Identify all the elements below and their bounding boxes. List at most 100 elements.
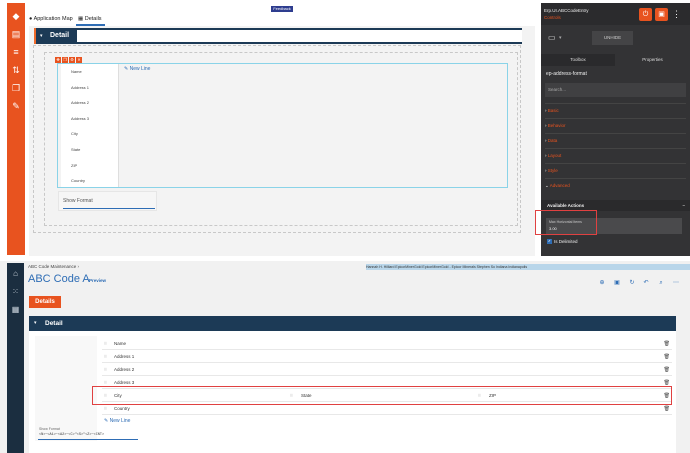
home-icon[interactable]: ⌂: [10, 268, 21, 279]
field-country: Country: [71, 178, 86, 183]
detail-panel-header[interactable]: ▾ Detail: [34, 28, 522, 44]
drag-handle-icon[interactable]: ⠿: [104, 364, 107, 376]
highlight-box-city-row: [92, 386, 672, 405]
section-advanced[interactable]: ⌄ Advanced: [545, 178, 686, 191]
chevron-right-icon: ›: [77, 264, 80, 269]
refresh-icon[interactable]: ↻: [628, 279, 636, 287]
detail-header-title: Detail: [50, 32, 70, 39]
field-address-3: Address 3: [71, 116, 90, 121]
tab-label: Details: [84, 16, 102, 22]
section-data[interactable]: › Data: [545, 133, 686, 146]
runtime-panel: ⌂ ⁙ ▦ ABC Code Maintenance › Hannah H. H…: [0, 261, 690, 453]
tab-label: Application Map: [33, 16, 73, 22]
show-format-field[interactable]: Show Format: [58, 191, 157, 211]
screenshot-root: ◆ ▤ ≡ ⇅ ❐ ✎ Feedback ● Application Map ▦…: [0, 0, 690, 453]
page-title: ABC Code A: [28, 273, 90, 285]
chevron-down-icon[interactable]: ▾: [559, 35, 562, 41]
search-icon[interactable]: ⌕: [657, 279, 665, 287]
section-label: Advanced: [549, 183, 570, 188]
side-panel-subtitle: Controls: [544, 15, 561, 20]
trash-icon[interactable]: 🗑: [664, 364, 670, 376]
section-layout[interactable]: › Layout: [545, 148, 686, 161]
header-input[interactable]: [77, 30, 522, 42]
tab-application-map[interactable]: ● Application Map: [29, 14, 73, 25]
unhide-button[interactable]: UNHIDE: [592, 31, 633, 45]
laptop-icon[interactable]: ▭: [548, 33, 556, 42]
component-name: ep-address-format: [546, 71, 587, 77]
section-style[interactable]: › Style: [545, 163, 686, 176]
trash-icon[interactable]: 🗑: [664, 338, 670, 350]
properties-search-input[interactable]: Search...: [545, 83, 686, 97]
save-icon[interactable]: ▣: [613, 279, 621, 287]
section-label: Style: [547, 168, 558, 173]
new-line-label: New Line: [129, 66, 151, 72]
dashboard-icon[interactable]: ▦: [10, 304, 21, 315]
drag-handle-icon[interactable]: ⠿: [104, 338, 107, 350]
copy-icon[interactable]: ❐: [11, 83, 21, 93]
field-city: City: [71, 131, 78, 136]
section-label: Behavior: [547, 123, 566, 128]
save-icon[interactable]: ▣: [655, 8, 668, 21]
details-button[interactable]: Details: [29, 296, 61, 308]
apps-icon[interactable]: ⁙: [10, 286, 21, 297]
address-row-name: ⠿ Name 🗑: [102, 338, 672, 350]
address-field-list: Name Address 1 Address 2 Address 3 City …: [61, 64, 119, 187]
tab-properties[interactable]: Properties: [615, 54, 690, 66]
edit-icon: ✎: [104, 418, 109, 424]
tab-toolbox[interactable]: Toolbox: [541, 54, 615, 66]
list-edit-icon[interactable]: ≡: [11, 47, 21, 57]
address-field-address-1[interactable]: Address 1: [114, 351, 134, 363]
edit-icon: ✎: [124, 66, 129, 72]
designer-left-rail: ◆ ▤ ≡ ⇅ ❐ ✎: [7, 3, 25, 255]
show-format-input[interactable]: <N>~<A1>~<A2>~<C>"<S>"<Z>~<CNT>: [39, 433, 104, 437]
grid-icon: ▦: [78, 16, 84, 22]
is-delimited-label: Is Delimited: [554, 239, 578, 244]
section-label: Basic: [547, 108, 559, 113]
chevron-down-icon[interactable]: ▾: [34, 316, 37, 331]
address-row-address-2: ⠿ Address 2 🗑: [102, 364, 672, 376]
detail-panel-header[interactable]: ▾ Detail: [29, 316, 676, 331]
address-row-address-1: ⠿ Address 1 🗑: [102, 351, 672, 363]
undo-icon[interactable]: ↶: [642, 279, 650, 287]
power-icon[interactable]: ⏻: [639, 8, 652, 21]
section-label: Data: [547, 138, 558, 143]
detail-left-column: [35, 336, 97, 441]
globe-icon: ●: [29, 16, 33, 22]
address-field-address-2[interactable]: Address 2: [114, 364, 134, 376]
new-line-link[interactable]: ✎ New Line: [104, 418, 130, 424]
breadcrumb[interactable]: ABC Code Maintenance ›: [28, 264, 79, 269]
runtime-left-rail: ⌂ ⁙ ▦: [7, 263, 24, 453]
field-underline: [38, 439, 138, 440]
show-format-label: Show Format: [63, 198, 93, 204]
drag-handle-icon[interactable]: ⠿: [104, 351, 107, 363]
status-bar: Hannah H. Hilliard EpicorMinerGold Epico…: [366, 264, 690, 270]
field-address-1: Address 1: [71, 85, 90, 90]
section-basic[interactable]: › Basic: [545, 103, 686, 116]
more-vertical-icon[interactable]: ⋮: [672, 8, 681, 21]
more-horizontal-icon[interactable]: ⋯: [672, 279, 680, 287]
field-zip: ZIP: [71, 163, 78, 168]
document-edit-icon[interactable]: ✎: [11, 101, 21, 111]
address-format-component[interactable]: [57, 63, 508, 188]
feedback-button[interactable]: Feedback: [271, 6, 293, 12]
section-behavior[interactable]: › Behavior: [545, 118, 686, 131]
table-icon[interactable]: ▤: [11, 29, 21, 39]
address-field-name[interactable]: Name: [114, 338, 126, 350]
data-icon[interactable]: ⇅: [11, 65, 21, 75]
highlight-box-max-horizontal: [535, 210, 597, 235]
available-actions-label: Available Actions: [547, 203, 585, 208]
collapse-icon[interactable]: –: [682, 200, 685, 211]
section-label: Layout: [547, 153, 562, 158]
field-underline: [63, 208, 155, 209]
side-panel-header: Erp.UI.ABCCodeEntry Controls ⏻ ▣ ⋮: [541, 3, 690, 25]
add-icon[interactable]: ⊕: [598, 279, 606, 287]
trash-icon[interactable]: 🗑: [664, 351, 670, 363]
designer-panel: ◆ ▤ ≡ ⇅ ❐ ✎ Feedback ● Application Map ▦…: [0, 0, 690, 256]
new-line-label: New Line: [109, 418, 131, 424]
chevron-down-icon[interactable]: ▾: [40, 28, 43, 44]
field-state: State: [71, 147, 81, 152]
is-delimited-checkbox[interactable]: ✓ Is Delimited: [547, 239, 578, 245]
new-line-link[interactable]: ✎ New Line: [124, 66, 150, 72]
layers-icon[interactable]: ◆: [11, 11, 21, 21]
preview-badge: Preview: [89, 278, 107, 283]
